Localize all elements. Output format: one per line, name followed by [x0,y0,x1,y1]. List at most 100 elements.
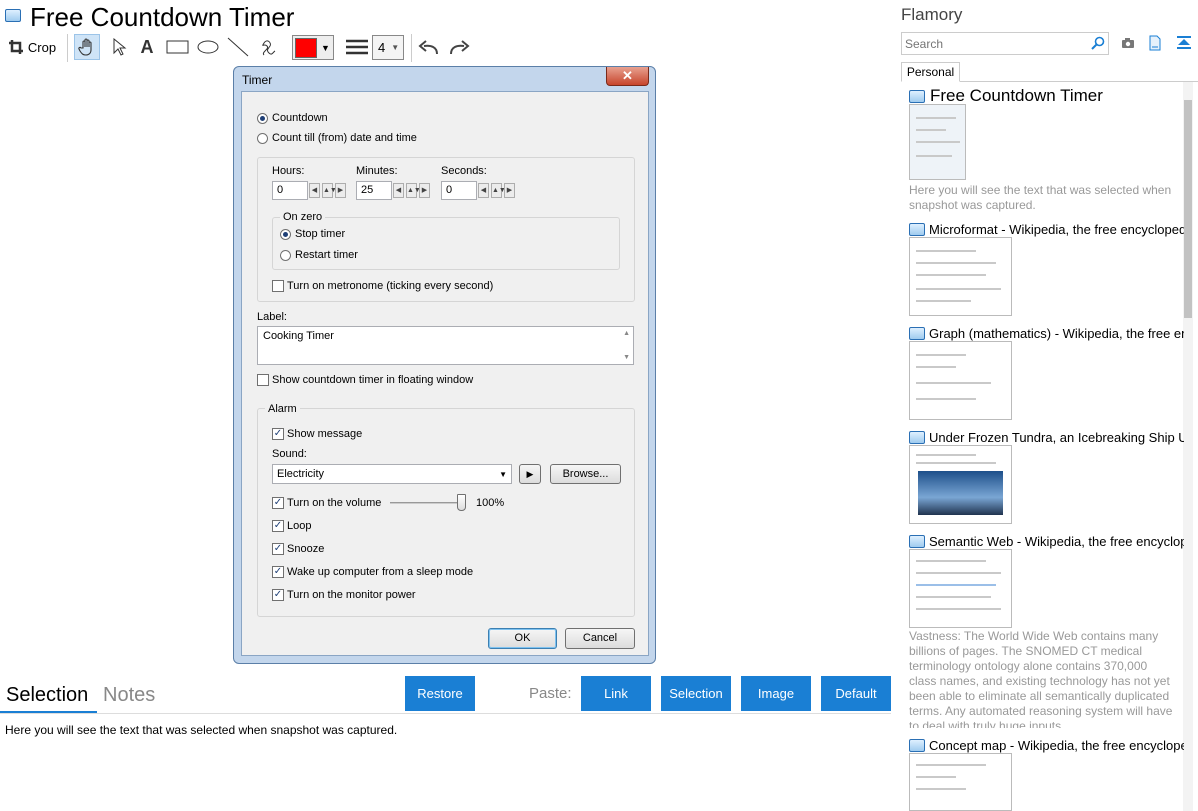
page-title: Free Countdown Timer [30,2,295,32]
scroll-up-icon[interactable]: ▲ [623,330,630,337]
freehand-tool-button[interactable] [255,34,281,60]
stop-timer-label: Stop timer [295,228,346,240]
loop-checkbox[interactable]: ✓ [272,520,284,532]
minutes-spin-button[interactable]: ▲▼ [406,183,421,198]
card-title: Semantic Web - Wikipedia, the free encyc… [929,534,1184,549]
alarm-label: Alarm [265,403,300,415]
redo-button[interactable] [446,34,472,60]
countdown-radio[interactable] [257,113,268,124]
tab-personal[interactable]: Personal [901,62,960,82]
seconds-field[interactable]: 0 [441,181,477,200]
volume-slider-track[interactable] [390,502,466,504]
undo-button[interactable] [416,34,442,60]
seconds-decrement-button[interactable]: ◀ [478,183,489,198]
paste-default-button[interactable]: Default [821,676,891,711]
volume-slider-thumb[interactable] [457,494,466,511]
selection-text: Here you will see the text that was sele… [5,723,398,737]
color-swatch [295,37,317,58]
volume-checkbox[interactable]: ✓ [272,497,284,509]
crop-button[interactable]: Crop [6,34,58,60]
card-snippet: Vastness: The World Wide Web contains ma… [909,629,1173,728]
line-tool-button[interactable] [225,34,251,60]
text-tool-button[interactable]: A [134,34,160,60]
volume-label: Turn on the volume [287,497,382,509]
seconds-increment-button[interactable]: ▶ [504,183,515,198]
line-icon [227,37,249,57]
dialog-title: Timer [242,73,273,87]
rectangle-icon [166,40,189,54]
freehand-icon [262,40,276,56]
snapshot-icon [909,431,925,444]
on-zero-label: On zero [280,211,326,223]
hours-field[interactable]: 0 [272,181,308,200]
paste-link-button[interactable]: Link [581,676,651,711]
chevron-down-icon: ▼ [321,42,330,53]
label-textarea[interactable]: Cooking Timer ▲ ▼ [257,326,634,365]
tab-selection[interactable]: Selection [6,684,88,707]
scrollbar[interactable] [1183,82,1193,811]
wake-up-checkbox[interactable]: ✓ [272,566,284,578]
card-title: Graph (mathematics) - Wikipedia, the fre… [929,326,1184,341]
date-time-radio[interactable] [257,133,268,144]
minutes-increment-button[interactable]: ▶ [419,183,430,198]
rectangle-tool-button[interactable] [165,34,191,60]
ellipse-tool-button[interactable] [195,34,221,60]
monitor-power-checkbox[interactable]: ✓ [272,589,284,601]
close-button[interactable]: ✕ [606,67,649,86]
restart-timer-radio[interactable] [280,250,291,261]
floating-window-checkbox[interactable] [257,374,269,386]
snapshot-icon [909,223,925,236]
hours-label: Hours: [272,165,305,177]
hours-decrement-button[interactable]: ◀ [309,183,320,198]
snapshot-icon [909,535,925,548]
crop-label: Crop [27,39,57,55]
search-icon[interactable] [1091,36,1105,50]
card-title: Microformat - Wikipedia, the free encycl… [929,222,1184,237]
card-thumbnail [909,753,1012,811]
seconds-spin-button[interactable]: ▲▼ [491,183,506,198]
card-thumbnail [909,104,966,180]
snooze-checkbox[interactable]: ✓ [272,543,284,555]
restore-button[interactable]: Restore [405,676,475,711]
camera-icon[interactable] [1121,37,1135,49]
arrow-cursor-icon [113,38,127,56]
show-message-label: Show message [287,428,363,440]
document-icon[interactable] [1149,35,1161,51]
card-thumbnail [909,445,1012,524]
show-message-checkbox[interactable]: ✓ [272,428,284,440]
card-thumbnail [909,341,1012,420]
paste-selection-button[interactable]: Selection [661,676,731,711]
stop-timer-radio[interactable] [280,229,291,240]
line-weight-icon [346,39,368,55]
line-width-button[interactable] [344,34,370,60]
volume-value: 100% [476,497,505,509]
undo-icon [418,40,438,55]
scrollbar-thumb[interactable] [1184,100,1192,318]
play-icon: ▶ [526,469,534,479]
app-icon [5,9,21,22]
snapshot-icon [909,90,925,103]
browse-button[interactable]: Browse... [550,464,621,484]
card-thumbnail [909,549,1012,628]
paste-image-button[interactable]: Image [741,676,811,711]
hours-increment-button[interactable]: ▶ [335,183,346,198]
cancel-button[interactable]: Cancel [565,628,635,649]
ok-button[interactable]: OK [488,628,557,649]
line-width-select[interactable]: 4 ▼ [372,35,404,60]
search-input[interactable] [901,32,1109,55]
hand-tool-button[interactable] [74,34,100,60]
sound-select[interactable]: Electricity ▼ [272,464,512,484]
scroll-down-icon[interactable]: ▼ [623,354,630,361]
minutes-decrement-button[interactable]: ◀ [393,183,404,198]
snapshot-icon [909,327,925,340]
metronome-checkbox[interactable] [272,280,284,292]
collapse-icon[interactable] [1176,35,1192,51]
select-tool-button[interactable] [106,34,132,60]
color-picker[interactable]: ▼ [292,35,334,60]
hours-spin-button[interactable]: ▲▼ [322,183,337,198]
play-button[interactable]: ▶ [519,464,541,484]
minutes-field[interactable]: 25 [356,181,392,200]
countdown-label: Countdown [272,112,328,124]
tab-notes[interactable]: Notes [103,684,155,707]
card-title: Concept map - Wikipedia, the free encycl… [929,738,1184,753]
